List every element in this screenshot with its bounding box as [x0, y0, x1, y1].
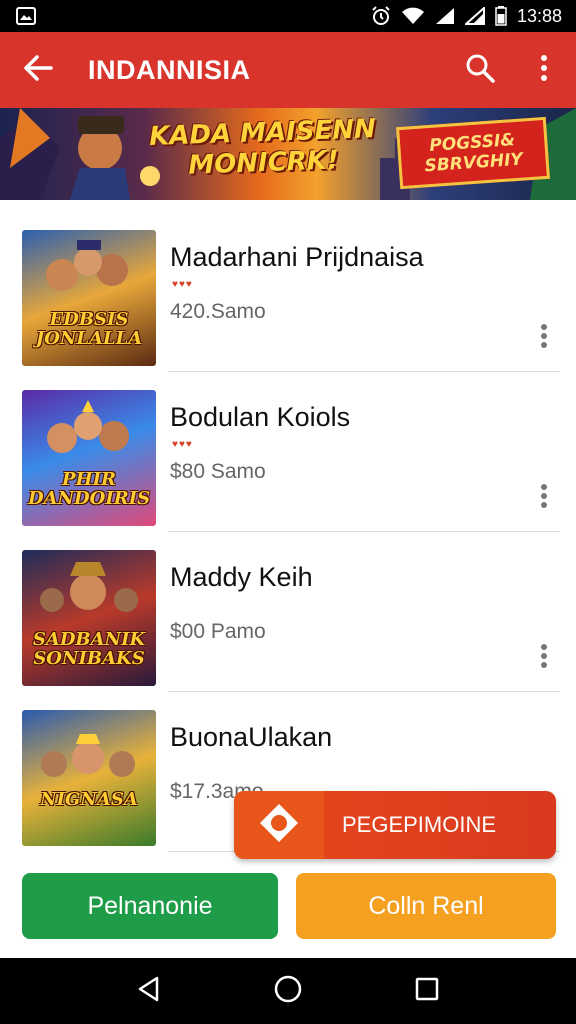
item-title: Bodulan Koiols — [170, 402, 351, 432]
home-circle-icon — [274, 975, 302, 1008]
thumbnail-text: NIGNASA — [40, 789, 138, 810]
status-time: 13:88 — [516, 5, 562, 26]
promo-badge — [234, 791, 324, 859]
banner-badge: POGSSI& SBRVGHIY — [396, 116, 550, 190]
search-button[interactable] — [448, 32, 512, 108]
game-thumbnail: EDBSIS JONLALLA — [22, 230, 156, 366]
item-title: Maddy Keih — [170, 562, 313, 592]
recents-square-icon — [415, 977, 439, 1006]
item-price: 420.Samo — [170, 300, 266, 323]
app-bar: INDANNISIA — [0, 32, 576, 108]
rating-hearts: ♥♥♥ — [172, 439, 193, 450]
item-more-button[interactable] — [528, 478, 560, 518]
item-title: Madarhani Prijdnaisa — [170, 242, 424, 272]
back-triangle-icon — [137, 976, 161, 1007]
battery-icon — [495, 6, 507, 26]
nav-back-button[interactable] — [119, 961, 179, 1021]
status-bar: 13:88 — [0, 0, 576, 32]
thumbnail-text: EDBSIS JONLALLA — [35, 309, 143, 349]
system-nav-bar — [0, 958, 576, 1024]
app-title: INDANNISIA — [88, 54, 251, 85]
more-vert-icon — [540, 643, 548, 674]
promo-button[interactable]: PEGEPIMOINE — [234, 791, 556, 859]
primary-action-button[interactable]: Pelnanonie — [22, 873, 278, 939]
back-button[interactable] — [0, 32, 76, 108]
signal-icon — [435, 7, 455, 25]
tag-icon — [258, 802, 300, 849]
item-more-button[interactable] — [528, 638, 560, 678]
secondary-action-button[interactable]: Colln Renl — [296, 873, 556, 939]
wifi-icon — [401, 7, 425, 25]
item-price: $00 Pamo — [170, 620, 266, 643]
app-screen: 13:88 INDANNISIA KADA MAISENN MONICRK! P… — [0, 0, 576, 1024]
photo-icon — [16, 7, 36, 25]
list-item[interactable]: EDBSIS JONLALLA Madarhani Prijdnaisa ♥♥♥… — [0, 212, 576, 372]
item-more-button[interactable] — [528, 318, 560, 358]
nav-home-button[interactable] — [258, 961, 318, 1021]
promo-label: PEGEPIMOINE — [342, 812, 497, 837]
game-thumbnail: SADBANIK SONIBAKS — [22, 550, 156, 686]
game-thumbnail: PHIR DANDOIRIS — [22, 390, 156, 526]
list-item[interactable]: PHIR DANDOIRIS Bodulan Koiols ♥♥♥ $80 Sa… — [0, 372, 576, 532]
rating-hearts: ♥♥♥ — [172, 279, 193, 290]
more-vert-icon — [540, 54, 548, 87]
list-item[interactable]: SADBANIK SONIBAKS Maddy Keih $00 Pamo — [0, 532, 576, 692]
thumbnail-text: SADBANIK SONIBAKS — [32, 629, 146, 669]
alarm-icon — [371, 6, 391, 26]
signal-icon — [464, 7, 485, 25]
game-thumbnail: NIGNASA — [22, 710, 156, 846]
item-price: $80 Samo — [170, 460, 266, 483]
promo-banner[interactable]: KADA MAISENN MONICRK! POGSSI& SBRVGHIY — [0, 108, 576, 200]
thumbnail-text: PHIR DANDOIRIS — [28, 469, 151, 509]
more-vert-icon — [540, 483, 548, 514]
more-vert-icon — [540, 323, 548, 354]
search-icon — [465, 53, 495, 88]
item-title: BuonaUlakan — [170, 722, 333, 752]
more-options-button[interactable] — [512, 32, 576, 108]
back-arrow-icon — [23, 54, 53, 86]
banner-headline: KADA MAISENN MONICRK! — [147, 114, 379, 182]
nav-recents-button[interactable] — [397, 961, 457, 1021]
game-list: EDBSIS JONLALLA Madarhani Prijdnaisa ♥♥♥… — [0, 212, 576, 852]
